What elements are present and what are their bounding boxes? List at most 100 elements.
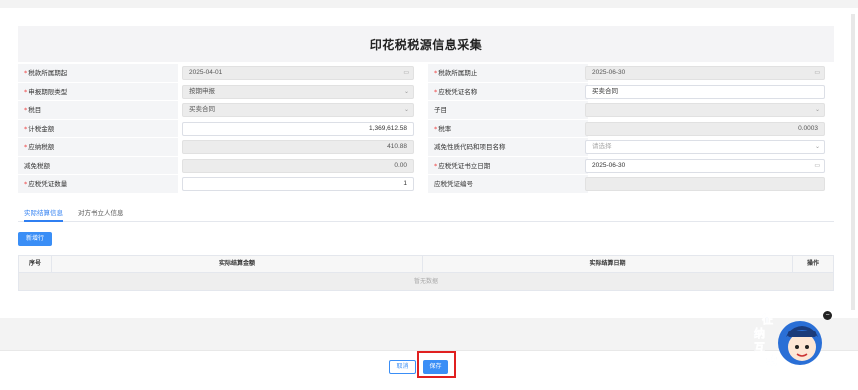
assistant-char-3: 互 bbox=[754, 341, 765, 354]
field-label: *税款所属期止 bbox=[428, 64, 588, 83]
calendar-icon[interactable]: ▭ bbox=[403, 67, 409, 79]
field-label: *税率 bbox=[428, 119, 588, 138]
page-bottom-band bbox=[0, 318, 858, 350]
cancel-button[interactable]: 取消 bbox=[389, 360, 416, 374]
field-label-text: 减免性质代码和项目名称 bbox=[434, 143, 506, 151]
field-label: *计税金额 bbox=[18, 119, 178, 138]
field-value: 1,369,612.58 bbox=[369, 124, 407, 132]
required-mark: * bbox=[24, 87, 28, 96]
form-row: *应税凭证数量 1 应税凭证编号 bbox=[18, 175, 834, 194]
save-highlight-box bbox=[417, 351, 456, 378]
field-input: 0.00 bbox=[182, 158, 414, 173]
field-label: *应税凭证数量 bbox=[18, 175, 178, 194]
field-value: 2025-06-30 bbox=[592, 69, 626, 76]
assistant-char-2: 纳 bbox=[754, 326, 765, 340]
field-label-text: 子目 bbox=[434, 106, 447, 114]
required-mark: * bbox=[24, 124, 28, 133]
tax-source-form: *税款所属期起 2025-04-01 ▭ *税款所属期止 2025-06-30 ▭ *申报期… bbox=[18, 64, 834, 194]
empty-placeholder: 暂无数据 bbox=[18, 273, 834, 291]
field-label: *应税凭证书立日期 bbox=[428, 156, 588, 175]
chevron-down-icon[interactable]: ⌄ bbox=[815, 104, 820, 116]
field-value: 2025-06-30 bbox=[592, 161, 626, 169]
field-value: 410.88 bbox=[387, 143, 407, 150]
field-label: *申报期限类型 bbox=[18, 82, 178, 101]
field-label-text: 减免税额 bbox=[24, 161, 50, 170]
chevron-down-icon[interactable]: ⌄ bbox=[404, 104, 409, 116]
required-mark: * bbox=[434, 69, 438, 77]
field-label-text: 税款所属期止 bbox=[438, 69, 478, 77]
field-label: 减免税额 bbox=[18, 156, 178, 175]
field-input bbox=[585, 177, 825, 191]
assistant-char-4: 动 bbox=[766, 353, 777, 367]
form-row: *应纳税额 410.88 减免性质代码和项目名称 请选择 ⌄ bbox=[18, 138, 834, 157]
calendar-icon[interactable]: ▭ bbox=[814, 67, 820, 79]
required-mark: * bbox=[24, 106, 28, 114]
assistant-close-icon[interactable]: − bbox=[823, 311, 832, 320]
tab-actual-settlement[interactable]: 实际结算信息 bbox=[24, 204, 63, 222]
field-label: 减免性质代码和项目名称 bbox=[428, 138, 588, 157]
calendar-icon[interactable]: ▭ bbox=[814, 160, 820, 172]
field-input[interactable]: 2025-06-30 ▭ bbox=[585, 158, 825, 173]
field-value: 1 bbox=[403, 180, 407, 187]
field-label: *税目 bbox=[18, 101, 178, 120]
field-value: 买卖合同 bbox=[189, 106, 215, 113]
assistant-mascot-icon: 征 纳 互 动 bbox=[754, 312, 822, 367]
form-row: 减免税额 0.00 *应税凭证书立日期 2025-06-30 ▭ bbox=[18, 156, 834, 175]
field-label-text: 应纳税额 bbox=[28, 143, 55, 151]
field-input: 买卖合同 ⌄ bbox=[182, 103, 414, 117]
add-row-button[interactable]: 新增行 bbox=[18, 232, 52, 246]
field-label: *应纳税额 bbox=[18, 138, 178, 157]
required-mark: * bbox=[24, 180, 28, 188]
chevron-down-icon[interactable]: ⌄ bbox=[404, 86, 409, 98]
col-date: 实际结算日期 bbox=[423, 256, 793, 272]
field-label-text: 申报期限类型 bbox=[28, 87, 68, 96]
field-label-text: 税目 bbox=[28, 106, 42, 114]
field-input[interactable]: 买卖合同 bbox=[585, 84, 825, 99]
field-value: 买卖合同 bbox=[592, 87, 618, 95]
field-input[interactable]: 1,369,612.58 bbox=[182, 121, 414, 136]
tab-bar: 实际结算信息 对方书立人信息 bbox=[18, 204, 834, 222]
field-value: 请选择 bbox=[592, 143, 612, 150]
field-label-text: 应税凭证数量 bbox=[28, 180, 68, 188]
chevron-down-icon[interactable]: ⌄ bbox=[815, 141, 820, 153]
form-row: *税目 买卖合同 ⌄ 子目 ⌄ bbox=[18, 101, 834, 120]
field-input: 2025-06-30 ▭ bbox=[585, 66, 825, 80]
field-value: 按期申报 bbox=[189, 87, 215, 95]
col-index: 序号 bbox=[19, 256, 52, 272]
required-mark: * bbox=[24, 143, 28, 151]
required-mark: * bbox=[24, 69, 28, 77]
form-row: *申报期限类型 按期申报 ⌄ *应税凭证名称 买卖合同 bbox=[18, 82, 834, 101]
col-actions: 操作 bbox=[806, 260, 819, 267]
required-mark: * bbox=[434, 161, 438, 170]
field-label-text: 应税凭证编号 bbox=[434, 180, 473, 188]
field-input[interactable]: 1 bbox=[182, 177, 414, 191]
form-row: *税款所属期起 2025-04-01 ▭ *税款所属期止 2025-06-30 ▭ bbox=[18, 64, 834, 83]
field-label: *税款所属期起 bbox=[18, 64, 178, 83]
assistant-widget[interactable]: 征 纳 互 动 bbox=[752, 307, 832, 369]
page-scrollbar[interactable] bbox=[851, 14, 855, 310]
field-input[interactable]: 请选择 ⌄ bbox=[585, 140, 825, 154]
form-row: *计税金额 1,369,612.58 *税率 0.0003 bbox=[18, 119, 834, 138]
table-header: 序号 实际结算金额 实际结算日期 操作 bbox=[18, 255, 834, 273]
page-title: 印花税税源信息采集 bbox=[369, 37, 483, 52]
col-amount: 实际结算金额 bbox=[52, 256, 423, 272]
required-mark: * bbox=[434, 87, 438, 96]
field-label-text: 计税金额 bbox=[28, 124, 55, 133]
field-input: ⌄ bbox=[585, 103, 825, 117]
footer-bar: 取消 保存 bbox=[0, 350, 858, 390]
assistant-char-1: 征 bbox=[762, 312, 773, 326]
field-label: *应税凭证名称 bbox=[428, 82, 588, 101]
field-label: 应税凭证编号 bbox=[428, 175, 588, 194]
title-bar: 印花税税源信息采集 bbox=[18, 26, 834, 62]
field-input: 2025-04-01 ▭ bbox=[182, 66, 414, 80]
field-label-text: 应税凭证名称 bbox=[438, 87, 478, 96]
field-label: 子目 bbox=[428, 101, 588, 120]
tab-counterparty[interactable]: 对方书立人信息 bbox=[78, 204, 124, 222]
field-input: 0.0003 bbox=[585, 121, 825, 136]
settlement-table: 序号 实际结算金额 实际结算日期 操作 暂无数据 bbox=[18, 255, 834, 291]
field-input: 410.88 bbox=[182, 140, 414, 154]
top-band bbox=[0, 0, 858, 8]
field-value: 0.00 bbox=[394, 161, 407, 169]
field-label-text: 税率 bbox=[438, 124, 452, 133]
field-value: 2025-04-01 bbox=[189, 69, 223, 76]
